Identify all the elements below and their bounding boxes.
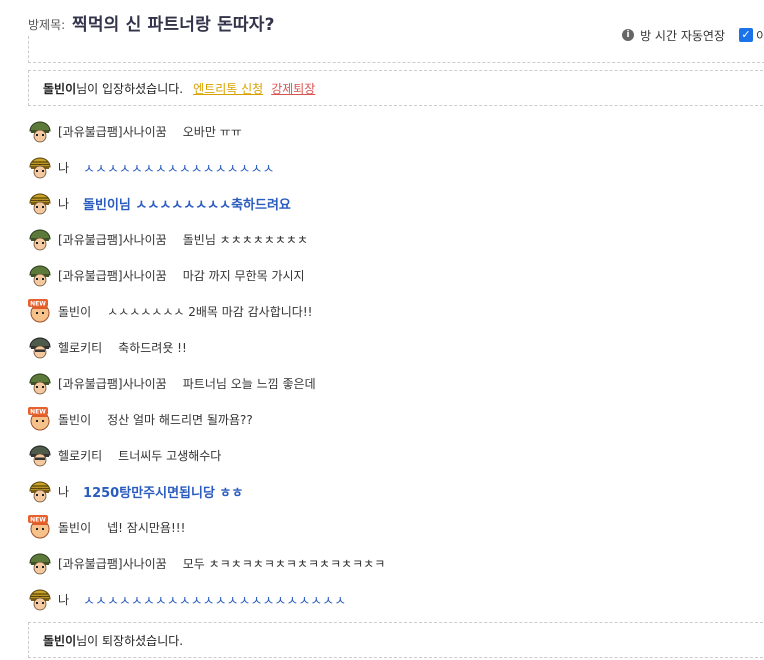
message-text: 마감 까지 무한목 가시지 [182, 268, 305, 283]
message-text: 트너씨두 고생해수다 [118, 448, 222, 463]
system-enter-text: 님이 입장하셨습니다. [76, 81, 184, 96]
message-author[interactable]: 돌빈이 [58, 519, 91, 536]
new-avatar-icon[interactable]: NEW [28, 407, 52, 431]
chat-message: [과유불급팸]사나이꿈 마감 까지 무한목 가시지 [28, 262, 305, 288]
chat-message: 나 ㅅㅅㅅㅅㅅㅅㅅㅅㅅㅅㅅㅅㅅㅅㅅㅅㅅㅅㅅㅅㅅㅅ [28, 586, 346, 612]
message-text: 축하드려욧 !! [118, 340, 187, 355]
message-text: ㅅㅅㅅㅅㅅㅅㅅ 2배목 마감 감사합니다!! [107, 304, 313, 319]
chat-message: 나 1250탕만주시면됩니당 ㅎㅎ [28, 478, 243, 504]
soldier-avatar-icon[interactable] [28, 227, 52, 251]
message-author[interactable]: [과유불급팸]사나이꿈 [58, 375, 167, 392]
helmet-avatar-icon[interactable] [28, 443, 52, 467]
chat-message: NEW 돌빈이 넵! 잠시만욤!!! [28, 514, 185, 540]
chat-message: [과유불급팸]사나이꿈 모두 ㅊㅋㅊㅋㅊㅋㅊㅋㅊㅋㅊㅋㅊㅋㅊㅋ [28, 550, 385, 576]
message-author[interactable]: 나 [58, 159, 69, 176]
soldier-avatar-icon[interactable] [28, 551, 52, 575]
chat-message: [과유불급팸]사나이꿈 돌빈님 ㅊㅊㅊㅊㅊㅊㅊㅊ [28, 226, 308, 252]
svg-text:NEW: NEW [30, 517, 46, 524]
message-text: 모두 ㅊㅋㅊㅋㅊㅋㅊㅋㅊㅋㅊㅋㅊㅋㅊㅋ [182, 556, 386, 571]
system-user: 돌빈이 [43, 81, 77, 96]
entry-talk-link[interactable]: 엔트리톡 신청 [193, 80, 263, 97]
message-author[interactable]: 나 [58, 483, 69, 500]
message-author[interactable]: [과유불급팸]사나이꿈 [58, 267, 167, 284]
message-text: 파트너님 오늘 느낌 좋은데 [182, 376, 316, 391]
message-text: 정산 얼마 해드리면 될까욤?? [107, 412, 253, 427]
chat-message: 나 돌빈이님 ㅅㅅㅅㅅㅅㅅㅅㅅ축하드려요 [28, 190, 291, 216]
message-author[interactable]: 나 [58, 195, 69, 212]
message-text: ㅅㅅㅅㅅㅅㅅㅅㅅㅅㅅㅅㅅㅅㅅㅅㅅ [83, 161, 275, 177]
message-author[interactable]: [과유불급팸]사나이꿈 [58, 123, 167, 140]
general-avatar-icon[interactable] [28, 191, 52, 215]
message-author[interactable]: 헬로키티 [58, 339, 102, 356]
message-author[interactable]: 헬로키티 [58, 447, 102, 464]
new-avatar-icon[interactable]: NEW [28, 515, 52, 539]
soldier-avatar-icon[interactable] [28, 119, 52, 143]
message-author[interactable]: [과유불급팸]사나이꿈 [58, 555, 167, 572]
general-avatar-icon[interactable] [28, 587, 52, 611]
message-author[interactable]: 돌빈이 [58, 303, 91, 320]
message-text: 돌빈님 ㅊㅊㅊㅊㅊㅊㅊㅊ [182, 232, 308, 247]
system-leave-message: 돌빈이 님이 퇴장하셨습니다. [28, 622, 764, 658]
chat-message: [과유불급팸]사나이꿈 파트너님 오늘 느낌 좋은데 [28, 370, 316, 396]
message-text: 오바만 ㅠㅠ [182, 124, 242, 139]
room-title-label: 방제목: [28, 18, 66, 32]
chat-message: 헬로키티 트너씨두 고생해수다 [28, 442, 221, 468]
chat-message: NEW 돌빈이 정산 얼마 해드리면 될까욤?? [28, 406, 253, 432]
room-title: 찍먹의 신 파트너랑 돈따자? [72, 15, 275, 35]
svg-text:NEW: NEW [30, 301, 46, 308]
previous-message-box [28, 36, 764, 63]
helmet-avatar-icon[interactable] [28, 335, 52, 359]
svg-text:NEW: NEW [30, 409, 46, 416]
message-text: 돌빈이님 ㅅㅅㅅㅅㅅㅅㅅㅅ축하드려요 [83, 197, 291, 213]
system-user: 돌빈이 [43, 633, 77, 648]
new-avatar-icon[interactable]: NEW [28, 299, 52, 323]
message-author[interactable]: 돌빈이 [58, 411, 91, 428]
force-exit-link[interactable]: 강제퇴장 [271, 80, 315, 97]
message-text: 넵! 잠시만욤!!! [107, 520, 186, 535]
chat-message: [과유불급팸]사나이꿈 오바만 ㅠㅠ [28, 118, 242, 144]
message-author[interactable]: 나 [58, 591, 69, 608]
system-enter-message: 돌빈이 님이 입장하셨습니다. 엔트리톡 신청 강제퇴장 [28, 70, 764, 106]
system-leave-text: 님이 퇴장하셨습니다. [76, 633, 184, 648]
soldier-avatar-icon[interactable] [28, 263, 52, 287]
soldier-avatar-icon[interactable] [28, 371, 52, 395]
message-text: 1250탕만주시면됩니당 ㅎㅎ [83, 485, 244, 501]
chat-message: 나 ㅅㅅㅅㅅㅅㅅㅅㅅㅅㅅㅅㅅㅅㅅㅅㅅ [28, 154, 274, 180]
message-author[interactable]: [과유불급팸]사나이꿈 [58, 231, 167, 248]
chat-message: 헬로키티 축하드려욧 !! [28, 334, 187, 360]
chat-message: NEW 돌빈이 ㅅㅅㅅㅅㅅㅅㅅ 2배목 마감 감사합니다!! [28, 298, 312, 324]
general-avatar-icon[interactable] [28, 479, 52, 503]
general-avatar-icon[interactable] [28, 155, 52, 179]
message-text: ㅅㅅㅅㅅㅅㅅㅅㅅㅅㅅㅅㅅㅅㅅㅅㅅㅅㅅㅅㅅㅅㅅ [83, 593, 347, 609]
